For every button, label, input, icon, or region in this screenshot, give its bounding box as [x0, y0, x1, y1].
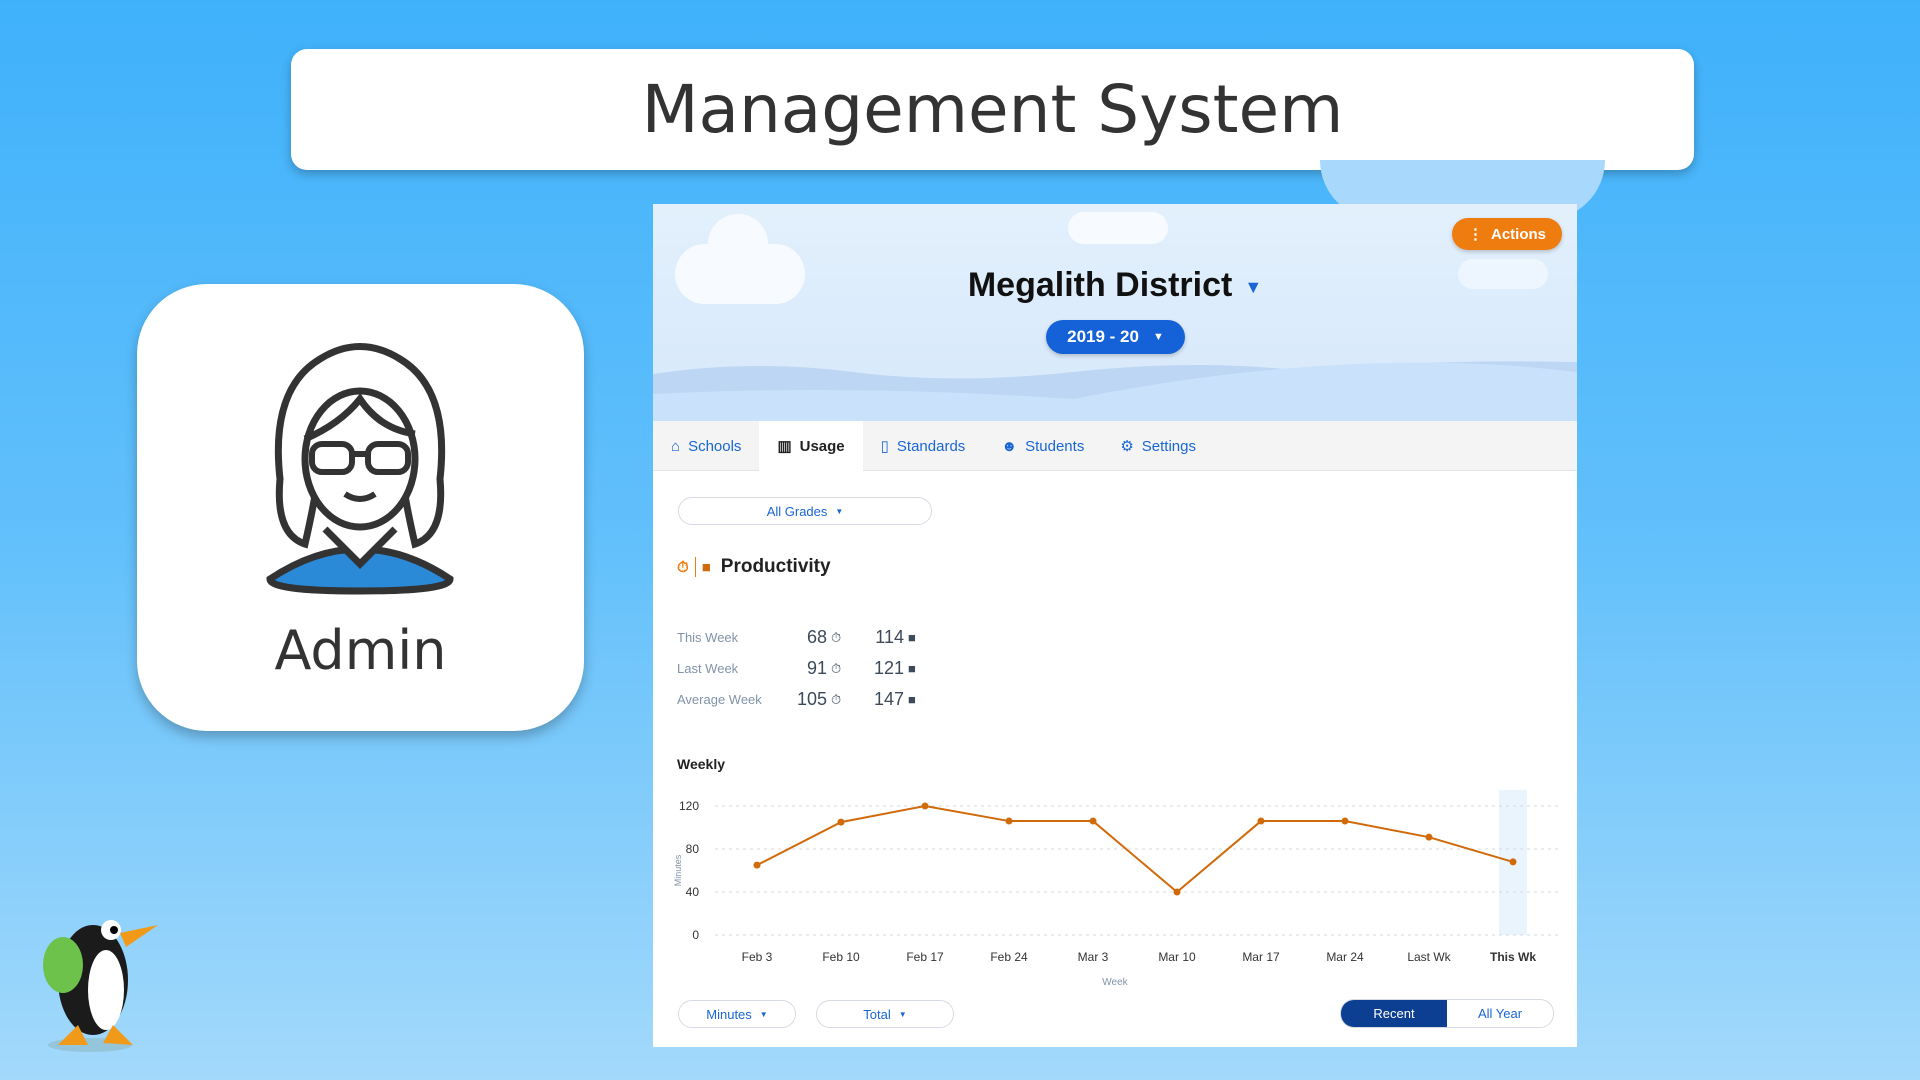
puzzle-icon: ■ — [908, 692, 916, 707]
weekly-line-chart: 0 40 80 120 Minutes Feb 3 Feb 10 Feb 17 Feb 24 Ma… — [673, 790, 1558, 988]
stopwatch-icon: ⏱ — [831, 660, 842, 676]
stats-row: Last Week 91 ⏱ 121 ■ — [677, 653, 926, 684]
x-tick-label: Mar 10 — [1158, 950, 1196, 964]
nav-tabs: ⌂ Schools ▥ Usage ▯ Standards ☻ Students ⚙ Se… — [653, 421, 1577, 471]
admin-label: Admin — [274, 619, 447, 682]
productivity-stats: This Week 68 ⏱ 114 ■ Last Week 91 ⏱ 121 ■ Averag… — [677, 622, 926, 715]
gear-icon: ⚙ — [1120, 438, 1134, 455]
caret-down-icon: ▼ — [898, 1009, 907, 1019]
caret-down-icon: ▼ — [835, 506, 844, 516]
y-tick-label: 120 — [679, 799, 699, 813]
stats-row: Average Week 105 ⏱ 147 ■ — [677, 684, 926, 715]
caret-down-icon: ▼ — [1244, 276, 1263, 297]
y-tick-label: 80 — [686, 842, 700, 856]
stopwatch-icon: ⏱ — [831, 691, 842, 707]
x-axis-label: Week — [1102, 977, 1128, 988]
chart-title: Weekly — [677, 756, 725, 772]
stopwatch-icon: ⏱ — [677, 558, 689, 576]
all-year-button[interactable]: All Year — [1447, 1000, 1553, 1027]
x-tick-label: This Wk — [1490, 950, 1536, 964]
x-tick-label: Feb 10 — [822, 950, 860, 964]
grades-dropdown[interactable]: All Grades ▼ — [678, 497, 932, 525]
x-tick-label: Feb 3 — [742, 950, 773, 964]
more-vertical-icon: ⋮ — [1467, 226, 1483, 243]
y-axis-label: Minutes — [673, 854, 683, 886]
range-toggle: Recent All Year — [1340, 999, 1554, 1028]
school-icon: ⌂ — [671, 437, 681, 455]
slide-title: Management System — [291, 49, 1694, 170]
clipboard-icon: ▯ — [880, 438, 889, 455]
puzzle-icon: ■ — [908, 630, 916, 645]
aggregate-dropdown[interactable]: Total ▼ — [816, 1000, 954, 1028]
x-tick-label: Feb 24 — [990, 950, 1028, 964]
student-icon: ☻ — [1001, 437, 1018, 455]
admin-avatar-icon — [266, 343, 454, 595]
stopwatch-icon: ⏱ — [831, 629, 842, 645]
x-tick-label: Mar 24 — [1326, 950, 1364, 964]
puzzle-icon: ■ — [908, 661, 916, 676]
y-tick-label: 0 — [692, 928, 699, 942]
productivity-heading: ⏱ ■ Productivity — [677, 556, 831, 577]
bar-chart-icon: ▥ — [777, 438, 792, 455]
tab-students[interactable]: ☻ Students — [983, 421, 1102, 471]
admin-card: Admin — [137, 284, 584, 731]
data-point — [1089, 817, 1097, 825]
x-tick-label: Feb 17 — [906, 950, 944, 964]
district-header: ⋮ Actions Megalith District ▼ 2019 - 20 ▼ — [653, 204, 1577, 421]
data-point — [1425, 833, 1433, 841]
tab-usage[interactable]: ▥ Usage — [759, 421, 863, 471]
x-tick-label: Mar 3 — [1078, 950, 1109, 964]
recent-button[interactable]: Recent — [1341, 1000, 1447, 1027]
tab-schools[interactable]: ⌂ Schools — [653, 421, 759, 471]
dashboard-panel: ⋮ Actions Megalith District ▼ 2019 - 20 ▼ ⌂… — [653, 204, 1577, 1047]
metric-dropdown[interactable]: Minutes ▼ — [678, 1000, 796, 1028]
year-selector[interactable]: 2019 - 20 ▼ — [1046, 320, 1185, 354]
district-selector[interactable]: Megalith District ▼ — [653, 266, 1577, 305]
data-point — [1173, 888, 1181, 896]
stats-row: This Week 68 ⏱ 114 ■ — [677, 622, 926, 653]
data-point — [1509, 858, 1517, 866]
data-point — [1005, 817, 1013, 825]
data-point — [753, 861, 761, 869]
caret-down-icon: ▼ — [759, 1009, 768, 1019]
hills-decoration — [653, 361, 1577, 421]
data-point — [837, 818, 845, 826]
caret-down-icon: ▼ — [1152, 331, 1164, 343]
penguin-mascot-icon — [43, 920, 158, 1052]
actions-button[interactable]: ⋮ Actions — [1451, 218, 1562, 250]
x-tick-label: Last Wk — [1407, 950, 1451, 964]
data-point — [1257, 817, 1265, 825]
x-tick-label: Mar 17 — [1242, 950, 1280, 964]
tab-standards[interactable]: ▯ Standards — [863, 421, 984, 471]
puzzle-icon: ■ — [701, 558, 711, 576]
data-point — [921, 802, 929, 810]
data-point — [1341, 817, 1349, 825]
y-tick-label: 40 — [686, 885, 700, 899]
tab-settings[interactable]: ⚙ Settings — [1102, 421, 1214, 471]
